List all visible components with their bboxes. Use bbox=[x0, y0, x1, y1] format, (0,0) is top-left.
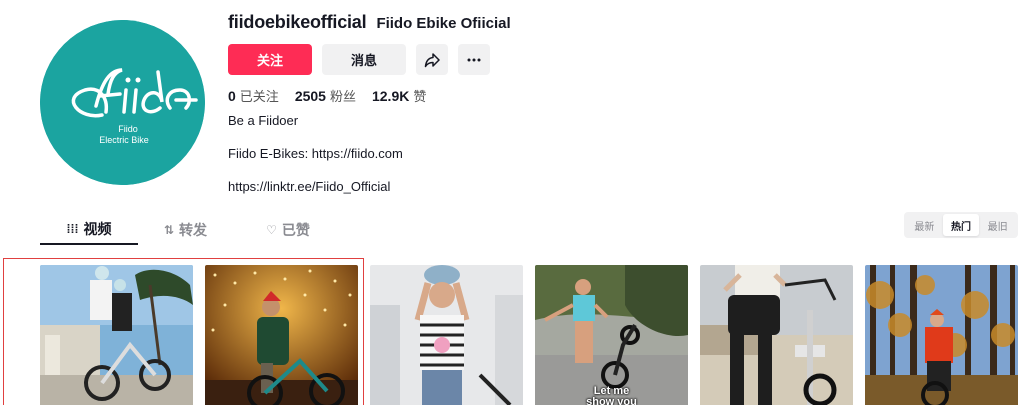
repost-icon: ⇅ bbox=[163, 222, 175, 237]
video-image bbox=[40, 265, 193, 405]
video-thumbnail[interactable] bbox=[205, 265, 358, 405]
tab-reposts[interactable]: ⇅ 转发 bbox=[138, 214, 233, 245]
tab-liked[interactable]: ♡ 已赞 bbox=[233, 214, 343, 245]
video-image bbox=[370, 265, 523, 405]
following-count[interactable]: 0 已关注 bbox=[228, 86, 279, 105]
svg-text:Electric Bike: Electric Bike bbox=[99, 135, 149, 145]
sort-toggle: 最新 热门 最旧 bbox=[904, 212, 1018, 238]
video-image bbox=[700, 265, 853, 405]
svg-text:Fiido: Fiido bbox=[118, 124, 138, 134]
avatar[interactable]: Fiido Electric Bike bbox=[40, 20, 205, 185]
sort-popular[interactable]: 热门 bbox=[942, 214, 980, 236]
sort-latest[interactable]: 最新 bbox=[906, 214, 943, 236]
likes-count: 12.9K 赞 bbox=[371, 88, 427, 104]
followers-count[interactable]: 2505 粉丝 bbox=[295, 86, 356, 105]
video-image bbox=[205, 265, 358, 405]
video-caption: Let me show you bbox=[586, 385, 637, 405]
heart-icon: ♡ bbox=[266, 222, 277, 237]
video-thumbnail[interactable] bbox=[865, 265, 1018, 405]
username: fiidoebikeofficial bbox=[228, 12, 367, 32]
video-image bbox=[865, 265, 1018, 405]
follow-button[interactable]: 关注 bbox=[228, 44, 312, 75]
sort-oldest[interactable]: 最旧 bbox=[979, 214, 1016, 236]
video-thumbnail[interactable] bbox=[700, 265, 853, 405]
video-thumbnail[interactable]: Let me show you bbox=[535, 265, 688, 405]
video-thumbnail[interactable] bbox=[40, 265, 193, 405]
video-thumbnail[interactable] bbox=[370, 265, 523, 405]
share-icon bbox=[424, 52, 440, 67]
message-button[interactable]: 消息 bbox=[322, 44, 406, 75]
grid-icon: ⁞⁞⁞ bbox=[66, 221, 79, 236]
video-image bbox=[535, 265, 688, 405]
bio-line: Be a Fiidoer bbox=[228, 113, 299, 128]
fiido-logo: Fiido Electric Bike bbox=[40, 20, 205, 185]
bio-line: Fiido E-Bikes: https://fiido.com bbox=[228, 146, 403, 161]
bio-link[interactable]: https://linktr.ee/Fiido_Official bbox=[228, 179, 390, 194]
share-button[interactable] bbox=[416, 44, 448, 75]
more-button[interactable] bbox=[458, 44, 490, 75]
more-icon bbox=[467, 58, 481, 61]
nickname: Fiido Ebike Ofiicial bbox=[376, 15, 511, 32]
tab-videos[interactable]: ⁞⁞⁞ 视频 bbox=[40, 214, 138, 245]
